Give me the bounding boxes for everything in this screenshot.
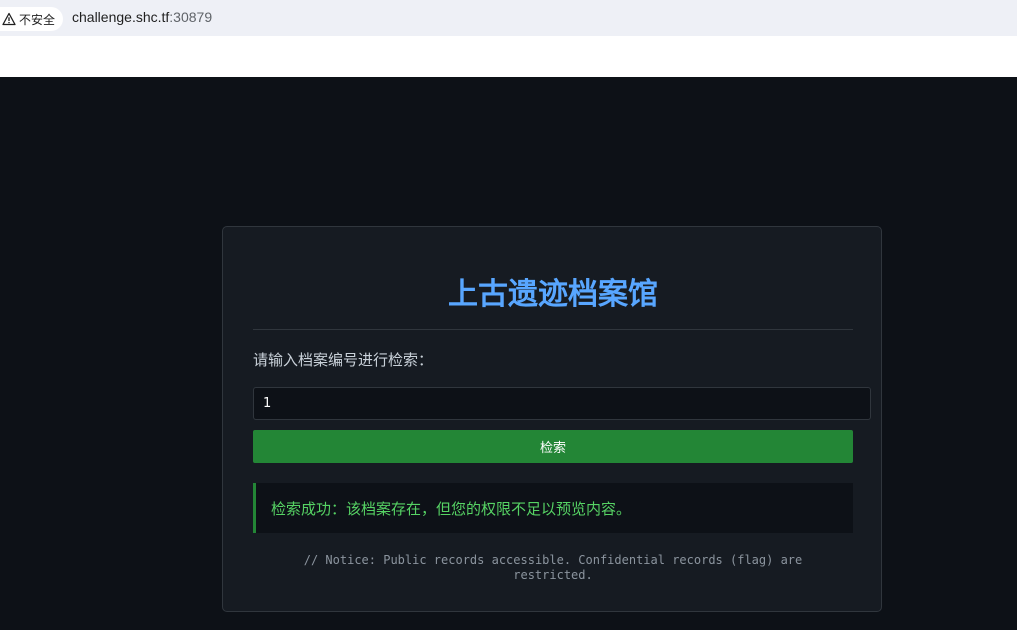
browser-toolbar-strip [0, 36, 1017, 77]
search-prompt-label: 请输入档案编号进行检索： [253, 351, 434, 369]
page-body: 上古遗迹档案馆 请输入档案编号进行检索： 检索 检索成功：该档案存在，但您的权限… [0, 77, 1017, 630]
result-message: 检索成功：该档案存在，但您的权限不足以预览内容。 [253, 483, 853, 533]
security-indicator[interactable]: 不安全 [0, 7, 64, 31]
archive-id-input[interactable] [253, 387, 871, 420]
browser-address-bar: 不安全 challenge.shc.tf:30879 [0, 0, 1017, 36]
notice-text: // Notice: Public records accessible. Co… [303, 553, 803, 582]
result-message-text: 检索成功：该档案存在，但您的权限不足以预览内容。 [271, 499, 632, 518]
archive-search-card: 上古遗迹档案馆 请输入档案编号进行检索： 检索 检索成功：该档案存在，但您的权限… [222, 226, 882, 612]
search-button[interactable]: 检索 [253, 430, 853, 463]
page-title: 上古遗迹档案馆 [448, 277, 658, 312]
url-port: :30879 [169, 9, 213, 25]
warning-triangle-icon [2, 12, 16, 26]
url-host: challenge.shc.tf [72, 9, 170, 25]
url-field[interactable]: challenge.shc.tf:30879 [72, 9, 212, 25]
title-divider [253, 329, 853, 330]
security-label: 不安全 [19, 12, 56, 27]
